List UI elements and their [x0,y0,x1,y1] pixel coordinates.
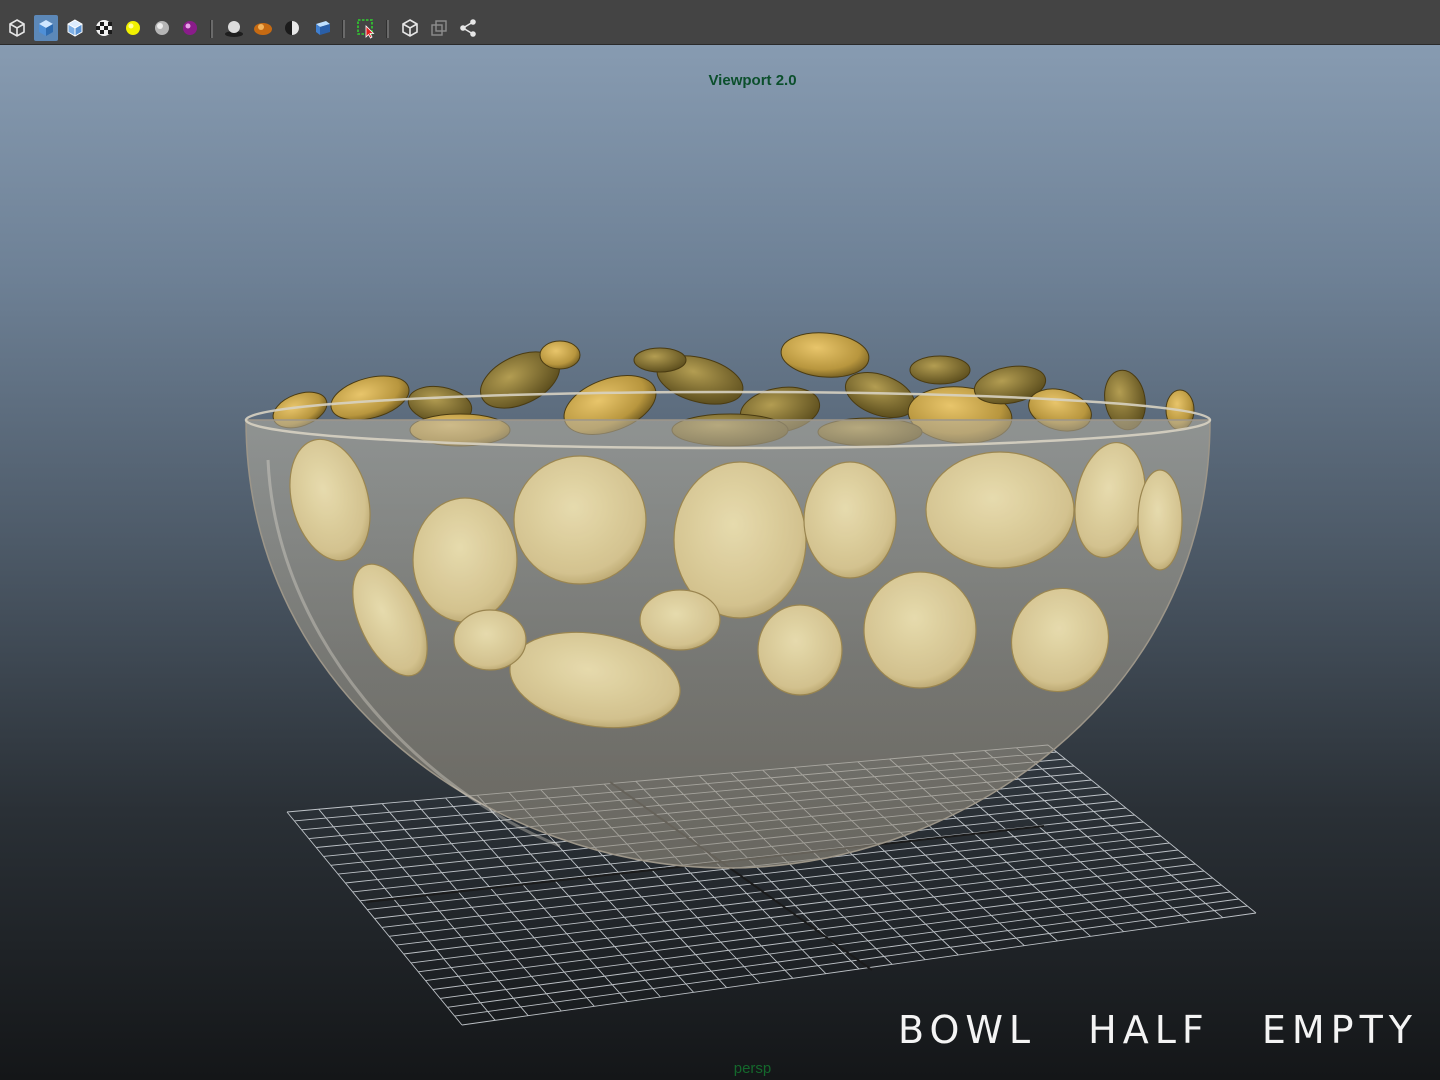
use-all-lights-icon[interactable] [121,15,145,41]
xray-active-components-icon[interactable] [427,15,451,41]
wireframe-cube-icon[interactable] [5,15,29,41]
half-shade-icon[interactable] [280,15,304,41]
shadows-icon[interactable] [222,15,246,41]
isolate-select-cube-icon[interactable] [398,15,422,41]
select-camera-icon[interactable] [354,15,378,41]
shaded-material-sphere-icon[interactable] [178,15,202,41]
default-material-sphere-icon[interactable] [150,15,174,41]
camera-label: persp [733,1060,772,1077]
viewport-panel[interactable]: Viewport 2.0 persp BOWL HALF EMPTY [0,45,1440,1080]
screen-space-ao-icon[interactable] [251,15,275,41]
toolbar-separator [386,20,389,38]
xray-cube-icon[interactable] [309,15,333,41]
scene-canvas [244,332,1257,1026]
toolbar-separator [210,20,213,38]
smooth-shade-cube-icon[interactable] [34,15,58,41]
wireframe-on-shaded-icon[interactable] [63,15,87,41]
viewport-toolbar [0,0,1440,45]
caption-text: BOWL HALF EMPTY [898,1008,1418,1052]
toolbar-separator [342,20,345,38]
textured-checker-icon[interactable] [92,15,116,41]
node-graph-icon[interactable] [456,15,480,41]
